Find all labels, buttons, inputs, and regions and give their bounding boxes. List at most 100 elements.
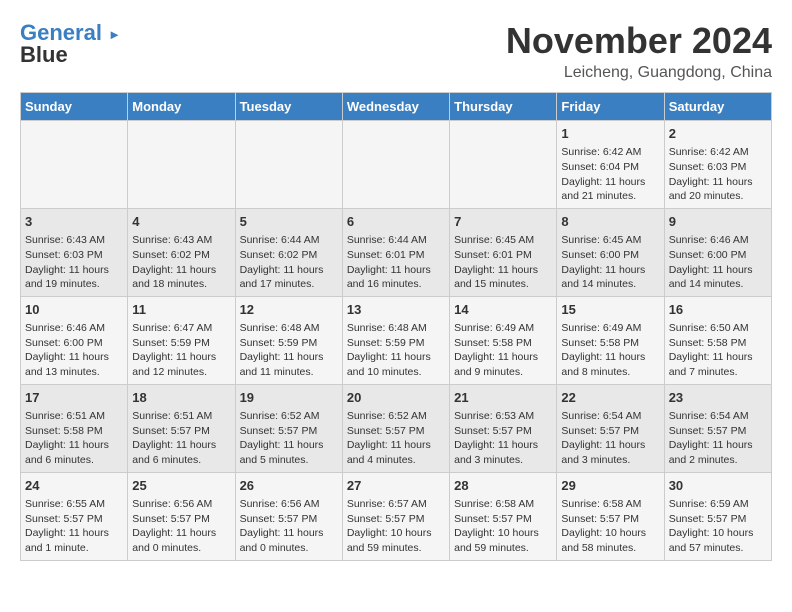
day-number: 25 (132, 477, 230, 495)
daylight-hours: Daylight: 11 hours and 19 minutes. (25, 264, 109, 291)
calendar-cell: 6 Sunrise: 6:44 AM Sunset: 6:01 PM Daylight… (342, 208, 449, 296)
calendar-cell: 7Sunrise: 6:45 AMSunset: 6:01 PMDaylight… (450, 208, 557, 296)
sunset-time: Sunset: 5:58 PM (454, 337, 532, 349)
day-number: 10 (25, 301, 123, 319)
calendar-cell: 2 Sunrise: 6:42 AM Sunset: 6:03 PM Daylight… (664, 121, 771, 209)
calendar-cell (450, 121, 557, 209)
day-number: 2 (669, 125, 767, 143)
sunset-time: Sunset: 5:57 PM (240, 513, 318, 525)
day-number: 28 (454, 477, 552, 495)
sunrise-time: Sunrise: 6:46 AM (669, 234, 749, 246)
day-number: 19 (240, 389, 338, 407)
sunset-time: Sunset: 5:59 PM (132, 337, 210, 349)
calendar-cell: 18Sunrise: 6:51 AMSunset: 5:57 PMDayligh… (128, 384, 235, 472)
calendar-cell: 26Sunrise: 6:56 AMSunset: 5:57 PMDayligh… (235, 472, 342, 560)
header-row: SundayMondayTuesdayWednesdayThursdayFrid… (21, 93, 772, 121)
sunset-time: Sunset: 5:57 PM (669, 425, 747, 437)
sunset-time: Sunset: 6:00 PM (25, 337, 103, 349)
day-number: 9 (669, 213, 767, 231)
calendar-cell: 19Sunrise: 6:52 AMSunset: 5:57 PMDayligh… (235, 384, 342, 472)
daylight-hours: Daylight: 11 hours and 14 minutes. (669, 264, 753, 291)
calendar-cell: 14Sunrise: 6:49 AMSunset: 5:58 PMDayligh… (450, 296, 557, 384)
calendar-cell: 11Sunrise: 6:47 AMSunset: 5:59 PMDayligh… (128, 296, 235, 384)
sunrise-time: Sunrise: 6:53 AM (454, 410, 534, 422)
week-row: 24Sunrise: 6:55 AMSunset: 5:57 PMDayligh… (21, 472, 772, 560)
calendar-cell: 29Sunrise: 6:58 AMSunset: 5:57 PMDayligh… (557, 472, 664, 560)
location: Leicheng, Guangdong, China (506, 64, 772, 82)
daylight-hours: Daylight: 11 hours and 17 minutes. (240, 264, 324, 291)
daylight-hours: Daylight: 11 hours and 7 minutes. (669, 351, 753, 378)
sunset-time: Sunset: 5:57 PM (240, 425, 318, 437)
sunrise-time: Sunrise: 6:56 AM (240, 498, 320, 510)
daylight-hours: Daylight: 11 hours and 0 minutes. (240, 527, 324, 554)
daylight-hours: Daylight: 11 hours and 14 minutes. (561, 264, 645, 291)
sunrise-time: Sunrise: 6:44 AM (347, 234, 427, 246)
sunrise-time: Sunrise: 6:59 AM (669, 498, 749, 510)
sunrise-time: Sunrise: 6:51 AM (132, 410, 212, 422)
daylight-hours: Daylight: 11 hours and 16 minutes. (347, 264, 431, 291)
calendar-cell: 13 Sunrise: 6:48 AM Sunset: 5:59 PM Dayligh… (342, 296, 449, 384)
daylight-hours: Daylight: 11 hours and 1 minute. (25, 527, 109, 554)
daylight-hours: Daylight: 11 hours and 2 minutes. (669, 439, 753, 466)
calendar-cell: 20Sunrise: 6:52 AMSunset: 5:57 PMDayligh… (342, 384, 449, 472)
month-title: November 2024 (506, 20, 772, 62)
sunset-time: Sunset: 5:59 PM (347, 337, 425, 349)
day-number: 6 (347, 213, 445, 231)
sunrise-time: Sunrise: 6:42 AM (669, 146, 749, 158)
day-number: 16 (669, 301, 767, 319)
sunset-time: Sunset: 5:57 PM (132, 425, 210, 437)
sunset-time: Sunset: 6:00 PM (561, 249, 639, 261)
day-number: 30 (669, 477, 767, 495)
calendar-cell: 3Sunrise: 6:43 AMSunset: 6:03 PMDaylight… (21, 208, 128, 296)
daylight-hours: Daylight: 11 hours and 20 minutes. (669, 176, 753, 203)
sunset-time: Sunset: 6:03 PM (25, 249, 103, 261)
sunset-time: Sunset: 6:03 PM (669, 161, 747, 173)
day-number: 21 (454, 389, 552, 407)
day-number: 7 (454, 213, 552, 231)
sunset-time: Sunset: 6:01 PM (347, 249, 425, 261)
daylight-hours: Daylight: 11 hours and 10 minutes. (347, 351, 431, 378)
daylight-hours: Daylight: 11 hours and 5 minutes. (240, 439, 324, 466)
calendar-table: SundayMondayTuesdayWednesdayThursdayFrid… (20, 92, 772, 561)
daylight-hours: Daylight: 10 hours and 59 minutes. (347, 527, 432, 554)
daylight-hours: Daylight: 10 hours and 58 minutes. (561, 527, 646, 554)
calendar-cell: 24Sunrise: 6:55 AMSunset: 5:57 PMDayligh… (21, 472, 128, 560)
week-row: 1Sunrise: 6:42 AMSunset: 6:04 PMDaylight… (21, 121, 772, 209)
day-number: 27 (347, 477, 445, 495)
calendar-cell: 4Sunrise: 6:43 AMSunset: 6:02 PMDaylight… (128, 208, 235, 296)
sunset-time: Sunset: 5:57 PM (561, 425, 639, 437)
calendar-cell: 23Sunrise: 6:54 AMSunset: 5:57 PMDayligh… (664, 384, 771, 472)
day-number: 17 (25, 389, 123, 407)
day-number: 20 (347, 389, 445, 407)
day-number: 18 (132, 389, 230, 407)
day-number: 5 (240, 213, 338, 231)
sunset-time: Sunset: 5:57 PM (669, 513, 747, 525)
sunrise-time: Sunrise: 6:58 AM (561, 498, 641, 510)
header-day-sunday: Sunday (21, 93, 128, 121)
sunrise-time: Sunrise: 6:50 AM (669, 322, 749, 334)
day-number: 13 (347, 301, 445, 319)
header-day-tuesday: Tuesday (235, 93, 342, 121)
title-area: November 2024 Leicheng, Guangdong, China (506, 20, 772, 82)
day-number: 11 (132, 301, 230, 319)
header-day-thursday: Thursday (450, 93, 557, 121)
day-number: 1 (561, 125, 659, 143)
sunrise-time: Sunrise: 6:43 AM (132, 234, 212, 246)
daylight-hours: Daylight: 10 hours and 59 minutes. (454, 527, 539, 554)
sunset-time: Sunset: 6:02 PM (240, 249, 318, 261)
sunrise-time: Sunrise: 6:48 AM (240, 322, 320, 334)
daylight-hours: Daylight: 11 hours and 18 minutes. (132, 264, 216, 291)
sunset-time: Sunset: 6:00 PM (669, 249, 747, 261)
daylight-hours: Daylight: 11 hours and 8 minutes. (561, 351, 645, 378)
calendar-cell: 9 Sunrise: 6:46 AM Sunset: 6:00 PM Daylight… (664, 208, 771, 296)
calendar-cell (128, 121, 235, 209)
daylight-hours: Daylight: 11 hours and 13 minutes. (25, 351, 109, 378)
sunset-time: Sunset: 5:57 PM (454, 513, 532, 525)
header-day-monday: Monday (128, 93, 235, 121)
daylight-hours: Daylight: 11 hours and 21 minutes. (561, 176, 645, 203)
calendar-cell: 17Sunrise: 6:51 AMSunset: 5:58 PMDayligh… (21, 384, 128, 472)
sunset-time: Sunset: 5:58 PM (561, 337, 639, 349)
sunset-time: Sunset: 5:57 PM (25, 513, 103, 525)
sunrise-time: Sunrise: 6:42 AM (561, 146, 641, 158)
sunrise-time: Sunrise: 6:48 AM (347, 322, 427, 334)
